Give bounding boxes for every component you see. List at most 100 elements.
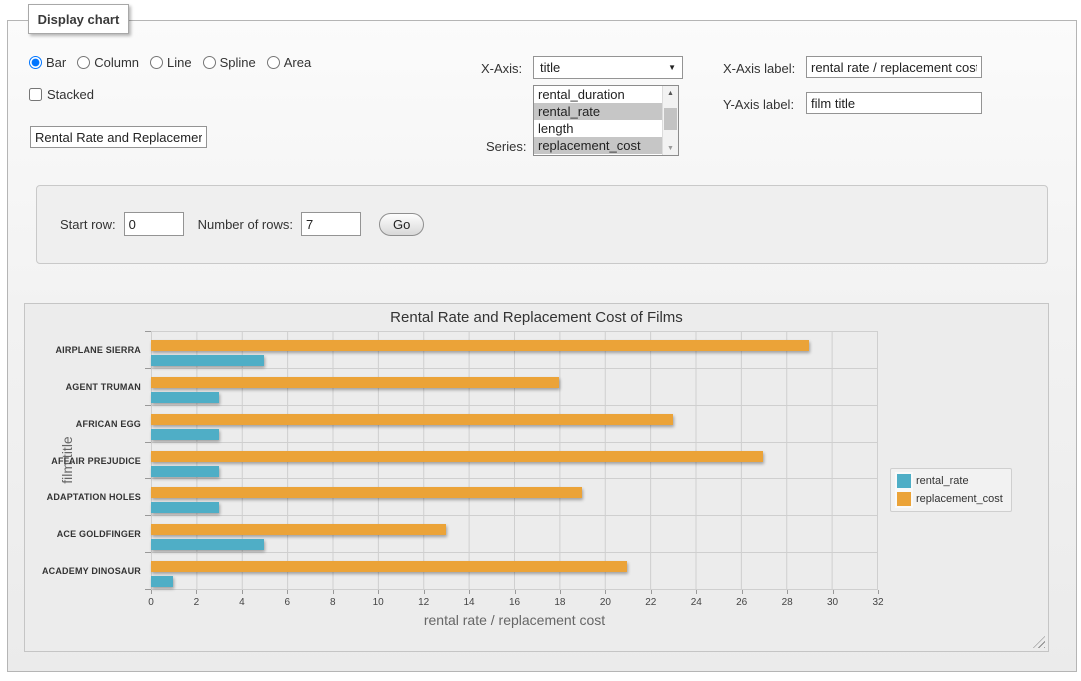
series-option-rental_duration[interactable]: rental_duration (534, 86, 662, 103)
x-axis-tick (651, 590, 652, 594)
x-axis-tick-label: 8 (330, 597, 336, 608)
chart-title-input[interactable] (30, 126, 207, 148)
stacked-row: Stacked (29, 87, 94, 102)
chart-type-option-bar: Bar (29, 55, 66, 70)
chart-type-option-line: Line (150, 55, 192, 70)
x-axis-tick-label: 32 (872, 597, 883, 608)
chart-type-radio-area[interactable] (267, 56, 280, 69)
stacked-label: Stacked (47, 87, 94, 102)
chart-bar-rental_rate[interactable] (151, 466, 219, 477)
start-row-input[interactable] (124, 212, 184, 236)
x-axis-tick (515, 590, 516, 594)
chart-bar-rental_rate[interactable] (151, 502, 219, 513)
x-axis-tick (605, 590, 606, 594)
category-label: ADAPTATION HOLES (47, 492, 141, 502)
scroll-up-icon[interactable]: ▲ (663, 86, 678, 100)
x-axis-tick (696, 590, 697, 594)
chart-bar-rental_rate[interactable] (151, 392, 219, 403)
chart-category-row: AIRPLANE SIERRA (151, 332, 877, 369)
x-axis-tick (878, 590, 879, 594)
chart-bar-replacement_cost[interactable] (151, 340, 809, 351)
series-option-length[interactable]: length (534, 120, 662, 137)
chart-bar-rental_rate[interactable] (151, 355, 264, 366)
series-listbox[interactable]: rental_durationrental_ratelengthreplacem… (533, 85, 679, 156)
legend-swatch-icon (897, 474, 911, 488)
category-label: AGENT TRUMAN (66, 382, 141, 392)
x-axis-tick (833, 590, 834, 594)
stacked-checkbox[interactable] (29, 88, 42, 101)
x-axis-tick-label: 2 (194, 597, 200, 608)
listbox-scrollbar[interactable]: ▲ ▼ (662, 86, 678, 155)
x-axis-tick (242, 590, 243, 594)
resize-grip-icon[interactable] (1033, 636, 1045, 648)
chart-type-radio-spline[interactable] (203, 56, 216, 69)
chart-type-radio-group: BarColumnLineSplineArea (29, 55, 311, 70)
chart-type-label: Area (284, 55, 311, 70)
num-rows-input[interactable] (301, 212, 361, 236)
x-axis-tick (333, 590, 334, 594)
y-axis-tick (145, 331, 151, 332)
x-axis-tick (287, 590, 288, 594)
legend-swatch-icon (897, 492, 911, 506)
chart-category-row: ADAPTATION HOLES (151, 479, 877, 516)
chart-category-row: AFRICAN EGG (151, 406, 877, 443)
chart-bar-replacement_cost[interactable] (151, 524, 446, 535)
chart-bar-replacement_cost[interactable] (151, 561, 627, 572)
legend-item-replacement_cost[interactable]: replacement_cost (897, 492, 1003, 506)
chart-bar-rental_rate[interactable] (151, 539, 264, 550)
x-axis-tick-label: 4 (239, 597, 245, 608)
x-axis-tick (469, 590, 470, 594)
legend-item-rental_rate[interactable]: rental_rate (897, 474, 1003, 488)
x-axis-ticks: 02468101214161820222426283032 (151, 590, 878, 612)
row-range-form: Start row: Number of rows: Go (60, 212, 424, 236)
x-axis-tick (151, 590, 152, 594)
x-axis-tick-label: 6 (285, 597, 291, 608)
fieldset-legend: Display chart (28, 4, 129, 34)
x-axis-tick-label: 18 (554, 597, 565, 608)
category-label: AFRICAN EGG (76, 419, 141, 429)
chart-category-row: ACADEMY DINOSAUR (151, 553, 877, 590)
chart-bar-replacement_cost[interactable] (151, 487, 582, 498)
x-axis-tick-label: 24 (691, 597, 702, 608)
y-axis-label-input[interactable] (806, 92, 982, 114)
x-axis-tick (787, 590, 788, 594)
x-axis-tick-label: 22 (645, 597, 656, 608)
chart-bar-replacement_cost[interactable] (151, 451, 763, 462)
chart-type-radio-line[interactable] (150, 56, 163, 69)
chart-container: Rental Rate and Replacement Cost of Film… (24, 303, 1049, 652)
scroll-down-icon[interactable]: ▼ (663, 141, 678, 155)
scrollbar-thumb[interactable] (664, 108, 677, 130)
category-label: ACE GOLDFINGER (57, 529, 141, 539)
chart-bar-rental_rate[interactable] (151, 576, 173, 587)
x-axis-label-input[interactable] (806, 56, 982, 78)
chart-category-row: ACE GOLDFINGER (151, 516, 877, 553)
x-axis-label-label: X-Axis label: (723, 61, 795, 76)
x-axis-tick-label: 12 (418, 597, 429, 608)
row-range-panel: Start row: Number of rows: Go (36, 185, 1048, 264)
category-label: AIRPLANE SIERRA (55, 345, 141, 355)
chart-type-option-spline: Spline (203, 55, 256, 70)
chart-bar-replacement_cost[interactable] (151, 414, 673, 425)
series-option-replacement_cost[interactable]: replacement_cost (534, 137, 662, 154)
chart-bar-rental_rate[interactable] (151, 429, 219, 440)
chart-category-row: AFFAIR PREJUDICE (151, 443, 877, 480)
series-label: Series: (486, 139, 526, 154)
x-axis-tick (424, 590, 425, 594)
x-axis-tick-label: 16 (509, 597, 520, 608)
chart-type-radio-bar[interactable] (29, 56, 42, 69)
go-button[interactable]: Go (379, 213, 424, 236)
x-axis-tick-label: 10 (373, 597, 384, 608)
chart-type-label: Spline (220, 55, 256, 70)
page: Display chart BarColumnLineSplineArea St… (0, 0, 1081, 681)
dropdown-arrow-icon: ▼ (668, 63, 676, 72)
plot-area: AIRPLANE SIERRAAGENT TRUMANAFRICAN EGGAF… (151, 331, 878, 590)
x-axis-tick-label: 20 (600, 597, 611, 608)
chart-category-row: AGENT TRUMAN (151, 369, 877, 406)
x-axis-tick-label: 26 (736, 597, 747, 608)
x-axis-select[interactable]: title ▼ (533, 56, 683, 79)
chart-type-radio-column[interactable] (77, 56, 90, 69)
x-axis-select-label: X-Axis: (481, 61, 522, 76)
series-option-rental_rate[interactable]: rental_rate (534, 103, 662, 120)
chart-title: Rental Rate and Replacement Cost of Film… (25, 309, 1048, 326)
chart-bar-replacement_cost[interactable] (151, 377, 559, 388)
